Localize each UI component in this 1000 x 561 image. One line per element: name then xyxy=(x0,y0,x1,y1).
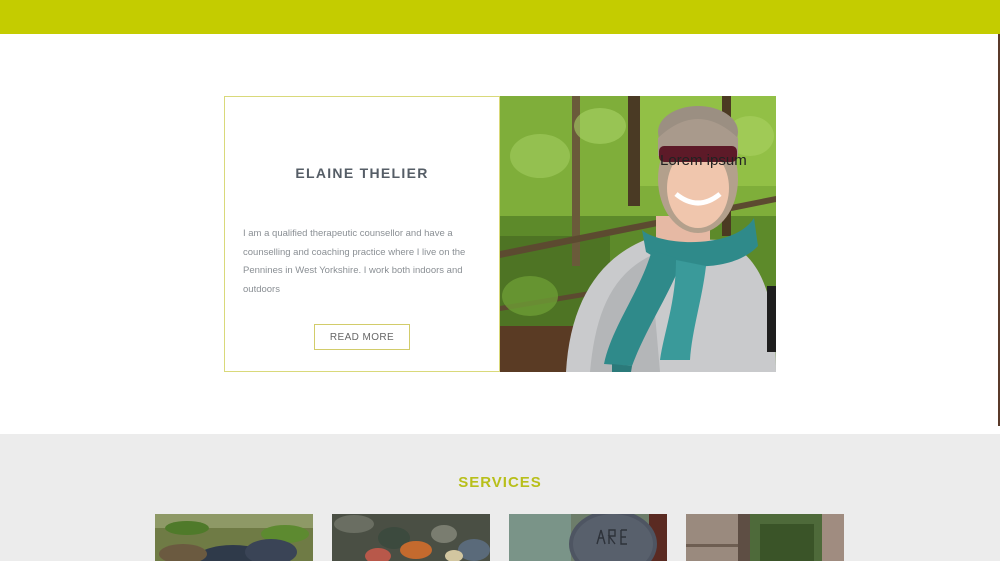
service-card-stone-wall[interactable] xyxy=(686,514,844,561)
carved-stone-image xyxy=(509,514,667,561)
profile-card: ELAINE THELIER I am a qualified therapeu… xyxy=(224,96,500,372)
service-card-stones-on-moss[interactable] xyxy=(155,514,313,561)
portrait-illustration xyxy=(500,96,776,372)
services-section: SERVICES xyxy=(0,434,1000,561)
profile-name: ELAINE THELIER xyxy=(295,165,429,181)
top-header-bar xyxy=(0,0,1000,34)
photo-caption: Lorem ipsum xyxy=(660,152,747,169)
services-title: SERVICES xyxy=(458,474,542,491)
profile-photo xyxy=(500,96,776,372)
service-card-pebbles-in-water[interactable] xyxy=(332,514,490,561)
stone-wall-image xyxy=(686,514,844,561)
stones-on-moss-image xyxy=(155,514,313,561)
pebbles-in-water-image xyxy=(332,514,490,561)
profile-bio: I am a qualified therapeutic counsellor … xyxy=(243,228,466,295)
read-more-button[interactable]: READ MORE xyxy=(314,324,410,350)
service-card-carved-stone[interactable] xyxy=(509,514,667,561)
